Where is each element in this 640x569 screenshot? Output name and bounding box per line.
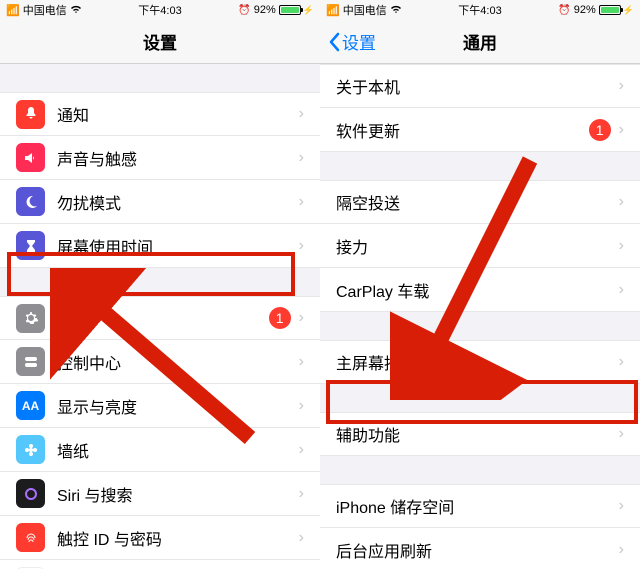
cell-label: 软件更新 [336, 118, 589, 142]
chevron-right-icon: › [299, 193, 304, 211]
nav-bar: 设置 通用 [320, 20, 640, 64]
time-label: 下午4:03 [138, 2, 181, 18]
flower-icon [16, 435, 45, 464]
cell-label: 勿扰模式 [57, 190, 299, 214]
hourglass-icon [16, 231, 45, 260]
chevron-right-icon: › [619, 193, 624, 211]
cell-label: 主屏幕按钮 [336, 350, 619, 374]
cell-label: 接力 [336, 234, 619, 258]
cell-accessibility[interactable]: 辅助功能 › [320, 412, 640, 456]
general-list[interactable]: 关于本机 › 软件更新 1 › 隔空投送 › 接力 › CarPlay 车载 › [320, 64, 640, 569]
time-label: 下午4:03 [458, 2, 501, 18]
cell-label: 隔空投送 [336, 190, 619, 214]
cell-general[interactable]: 通用 1 › [0, 296, 320, 340]
siri-icon [16, 479, 45, 508]
page-title: 设置 [143, 29, 177, 54]
cell-home-button[interactable]: 主屏幕按钮 › [320, 340, 640, 384]
badge: 1 [269, 307, 291, 329]
back-button[interactable]: 设置 [328, 29, 376, 54]
cell-label: 通用 [57, 306, 269, 330]
cell-label: iPhone 储存空间 [336, 494, 619, 518]
carrier-label: 中国电信 [23, 2, 67, 18]
badge: 1 [589, 119, 611, 141]
battery-percent: 92% [574, 4, 596, 16]
battery-icon: ⚡ [599, 5, 634, 16]
cell-label: 辅助功能 [336, 422, 619, 446]
bell-icon [16, 100, 45, 129]
status-bar: 📶 中国电信 下午4:03 ⏰ 92% ⚡ [320, 0, 640, 20]
chevron-right-icon: › [619, 425, 624, 443]
chevron-right-icon: › [619, 353, 624, 371]
gear-icon [16, 304, 45, 333]
cell-label: 触控 ID 与密码 [57, 526, 299, 550]
cell-label: 关于本机 [336, 74, 619, 98]
cell-about[interactable]: 关于本机 › [320, 64, 640, 108]
cell-touchid[interactable]: 触控 ID 与密码 › [0, 516, 320, 560]
cell-handoff[interactable]: 接力 › [320, 224, 640, 268]
cell-label: 通知 [57, 102, 299, 126]
cell-label: 墙纸 [57, 438, 299, 462]
cell-storage[interactable]: iPhone 储存空间 › [320, 484, 640, 528]
back-label: 设置 [342, 29, 376, 54]
chevron-right-icon: › [299, 485, 304, 503]
battery-icon: ⚡ [279, 5, 314, 16]
chevron-right-icon: › [299, 397, 304, 415]
cell-label: 控制中心 [57, 350, 299, 374]
cell-notifications[interactable]: 通知 › [0, 92, 320, 136]
chevron-right-icon: › [299, 149, 304, 167]
cell-control-center[interactable]: 控制中心 › [0, 340, 320, 384]
page-title: 通用 [463, 29, 497, 54]
cell-wallpaper[interactable]: 墙纸 › [0, 428, 320, 472]
cell-label: 显示与亮度 [57, 394, 299, 418]
chevron-right-icon: › [619, 77, 624, 95]
chevron-right-icon: › [619, 281, 624, 299]
signal-icon: 📶 [326, 4, 340, 17]
signal-icon: 📶 [6, 4, 20, 17]
cell-software-update[interactable]: 软件更新 1 › [320, 108, 640, 152]
settings-screen: 📶 中国电信 下午4:03 ⏰ 92% ⚡ 设置 通知 › [0, 0, 320, 569]
alarm-icon: ⏰ [238, 5, 250, 16]
battery-percent: 92% [254, 4, 276, 16]
wifi-icon [390, 4, 402, 17]
wifi-icon [70, 4, 82, 17]
cell-screentime[interactable]: 屏幕使用时间 › [0, 224, 320, 268]
status-bar: 📶 中国电信 下午4:03 ⏰ 92% ⚡ [0, 0, 320, 20]
cell-display[interactable]: AA 显示与亮度 › [0, 384, 320, 428]
chevron-right-icon: › [619, 237, 624, 255]
cell-siri[interactable]: Siri 与搜索 › [0, 472, 320, 516]
chevron-right-icon: › [299, 529, 304, 547]
chevron-right-icon: › [299, 309, 304, 327]
general-screen: 📶 中国电信 下午4:03 ⏰ 92% ⚡ 设置 通用 关于本机 [320, 0, 640, 569]
chevron-right-icon: › [299, 353, 304, 371]
chevron-right-icon: › [299, 237, 304, 255]
cell-sounds[interactable]: 声音与触感 › [0, 136, 320, 180]
fingerprint-icon [16, 523, 45, 552]
cell-airdrop[interactable]: 隔空投送 › [320, 180, 640, 224]
nav-bar: 设置 [0, 20, 320, 64]
speaker-icon [16, 143, 45, 172]
cell-background-refresh[interactable]: 后台应用刷新 › [320, 528, 640, 569]
cell-dnd[interactable]: 勿扰模式 › [0, 180, 320, 224]
settings-list[interactable]: 通知 › 声音与触感 › 勿扰模式 › 屏幕使用时间 › 通用 [0, 64, 320, 569]
carrier-label: 中国电信 [343, 2, 387, 18]
cell-label: Siri 与搜索 [57, 482, 299, 506]
cell-sos[interactable]: SOS SOS 紧急联络 › [0, 560, 320, 569]
cell-label: 后台应用刷新 [336, 538, 619, 562]
moon-icon [16, 187, 45, 216]
alarm-icon: ⏰ [558, 5, 570, 16]
cell-label: 声音与触感 [57, 146, 299, 170]
aa-icon: AA [16, 391, 45, 420]
chevron-right-icon: › [299, 105, 304, 123]
cell-label: 屏幕使用时间 [57, 234, 299, 258]
chevron-right-icon: › [619, 497, 624, 515]
chevron-right-icon: › [619, 121, 624, 139]
cell-label: CarPlay 车载 [336, 278, 619, 302]
chevron-right-icon: › [299, 441, 304, 459]
cell-carplay[interactable]: CarPlay 车载 › [320, 268, 640, 312]
chevron-right-icon: › [619, 541, 624, 559]
toggles-icon [16, 347, 45, 376]
